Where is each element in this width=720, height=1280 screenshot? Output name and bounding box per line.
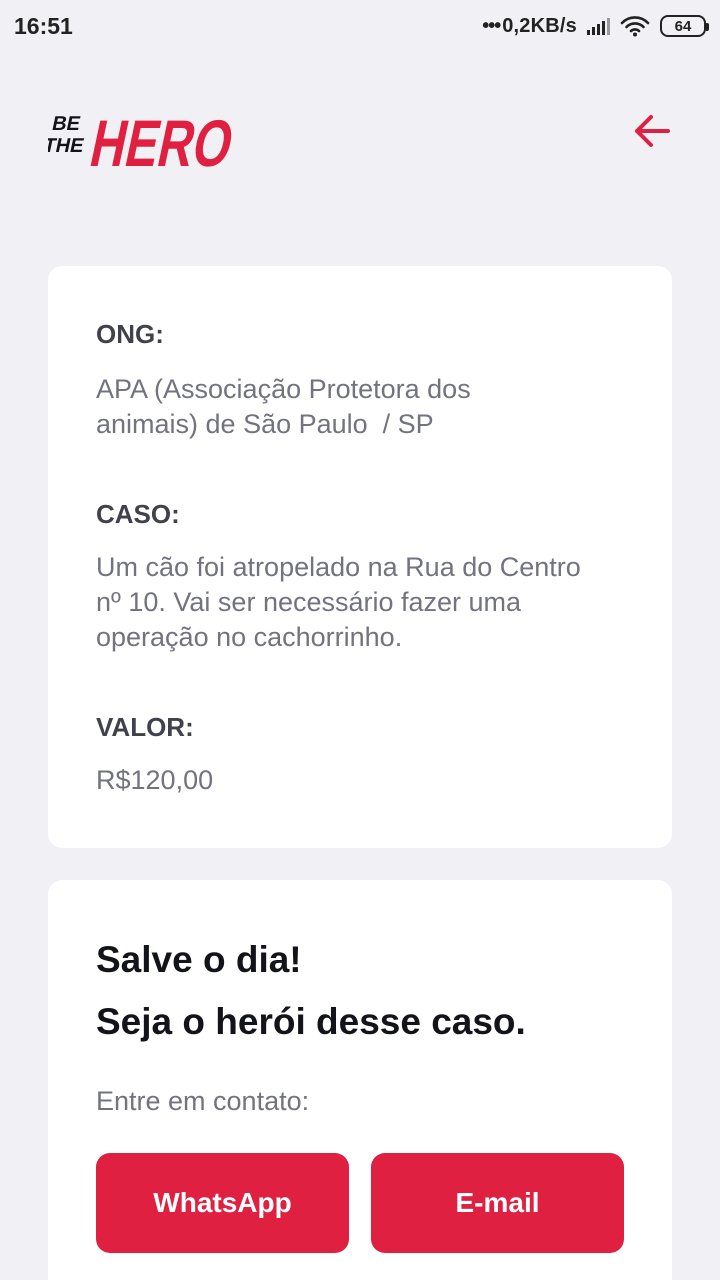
email-button[interactable]: E-mail [371,1153,624,1253]
case-value: Um cão foi atropelado na Rua do Centro n… [96,550,636,655]
header: BE THE HERO [48,86,672,176]
case-value-line-3: operação no cachorrinho. [96,622,403,652]
contact-description: Entre em contato: [96,1086,310,1116]
arrow-left-icon [635,115,670,147]
contact-card: Salve o dia! Seja o herói desse caso. En… [48,880,672,1280]
detail-screen: 16:51 ••• 0,2KB/s 64 BE THE HERO ONG: AP… [0,0,720,1280]
status-indicators: ••• 0,2KB/s 64 [482,14,709,38]
whatsapp-button[interactable]: WhatsApp [96,1153,349,1253]
value-amount: R$120,00 [96,765,214,795]
logo-text-be: BE [50,113,82,135]
logo-text-hero: HERO [84,108,240,174]
net-speed: ••• 0,2KB/s [482,14,577,37]
ong-value-line-2: animais) de São Paulo / SP [96,409,434,439]
wifi-icon [620,15,650,37]
be-the-hero-logo: BE THE HERO [48,108,240,174]
status-bar: 16:51 ••• 0,2KB/s 64 [0,0,720,52]
whatsapp-button-label: WhatsApp [153,1187,292,1218]
status-time: 16:51 [14,12,73,39]
case-label: CASO: [96,499,180,529]
incident-card: ONG: APA (Associação Protetora dos anima… [48,266,672,848]
logo-text-the: THE [48,135,86,157]
contact-actions: WhatsApp E-mail [96,1153,624,1253]
case-value-line-1: Um cão foi atropelado na Rua do Centro [96,552,581,582]
contact-title-line-1: Salve o dia! [96,939,302,980]
battery-level: 64 [674,17,692,35]
ong-value: APA (Associação Protetora dos animais) d… [96,372,636,442]
more-dots-icon: ••• [482,14,501,37]
battery-icon: 64 [660,15,709,37]
signal-icon [587,17,610,35]
case-value-line-2: nº 10. Vai ser necessário fazer uma [96,587,522,617]
email-button-label: E-mail [455,1187,540,1218]
ong-value-line-1: APA (Associação Protetora dos [96,374,471,404]
contact-title-line-2: Seja o herói desse caso. [96,1001,526,1042]
back-button[interactable] [628,107,676,155]
value-label: VALOR: [96,712,194,742]
ong-label: ONG: [96,319,164,349]
